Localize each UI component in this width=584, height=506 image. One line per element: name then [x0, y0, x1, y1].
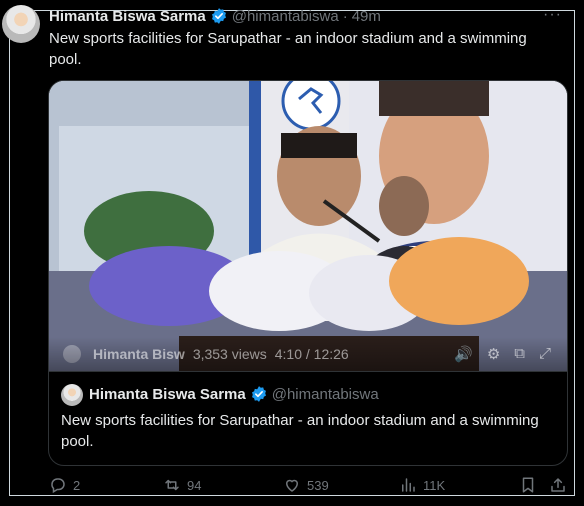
settings-gear-icon[interactable]: ⚙ [487, 345, 500, 363]
author-name[interactable]: Himanta Biswa Sarma [49, 8, 206, 25]
media-card[interactable]: Himanta Bisw 3,353 views 4:10 / 12:26 🔊 … [48, 80, 568, 466]
repost-count: 94 [187, 477, 202, 493]
quoted-verified-badge-icon [250, 385, 268, 403]
more-options-icon[interactable]: ··· [543, 6, 562, 24]
volume-icon[interactable]: 🔊 [454, 345, 473, 363]
tweet-timestamp[interactable]: 49m [352, 8, 381, 25]
verified-badge-icon [210, 7, 228, 25]
quoted-tweet-text: New sports facilities for Sarupathar - a… [61, 412, 539, 450]
like-count: 539 [307, 477, 329, 493]
reply-count: 2 [73, 477, 81, 493]
quoted-author-avatar [61, 384, 83, 406]
views-button[interactable]: 11K [399, 476, 445, 494]
quoted-tweet-header: Himanta Biswa Sarma @himantabiswa [89, 385, 379, 403]
video-frame-image [49, 81, 567, 371]
tweet-header: Himanta Biswa Sarma @himantabiswa · 49m [49, 6, 381, 26]
video-player[interactable]: Himanta Bisw 3,353 views 4:10 / 12:26 🔊 … [49, 81, 567, 371]
tweet-actions: 2 94 539 11K [49, 476, 567, 498]
like-button[interactable]: 539 [283, 476, 329, 494]
quoted-author-name: Himanta Biswa Sarma [89, 385, 246, 403]
video-progress: 4:10 / 12:26 [274, 346, 349, 362]
share-icon [551, 478, 565, 492]
picture-in-picture-icon[interactable]: ⧉ [514, 345, 525, 363]
author-handle[interactable]: @himantabiswa [232, 8, 339, 25]
analytics-icon [402, 478, 415, 492]
author-avatar[interactable] [2, 5, 40, 43]
reply-icon [51, 478, 65, 494]
video-controls: 🔊 ⚙ ⧉ ⤢ [454, 345, 551, 363]
reply-button[interactable]: 2 [49, 476, 80, 494]
video-views: 3,353 views [192, 346, 267, 362]
quoted-tweet[interactable]: Himanta Biswa Sarma @himantabiswa New sp… [49, 371, 567, 465]
fullscreen-icon[interactable]: ⤢ [539, 345, 551, 363]
view-count: 11K [423, 477, 446, 493]
bookmark-icon [522, 477, 534, 493]
repost-button[interactable]: 94 [163, 476, 201, 494]
tweet-text: New sports facilities for Sarupathar - a… [49, 30, 527, 68]
separator-dot: · [342, 7, 348, 25]
repost-icon [165, 479, 179, 491]
quoted-author-handle: @himantabiswa [271, 385, 379, 403]
bookmark-button[interactable] [519, 476, 537, 494]
heart-icon [285, 479, 299, 492]
share-button[interactable] [549, 476, 567, 494]
video-overlay-author: Himanta Bisw [93, 346, 185, 362]
